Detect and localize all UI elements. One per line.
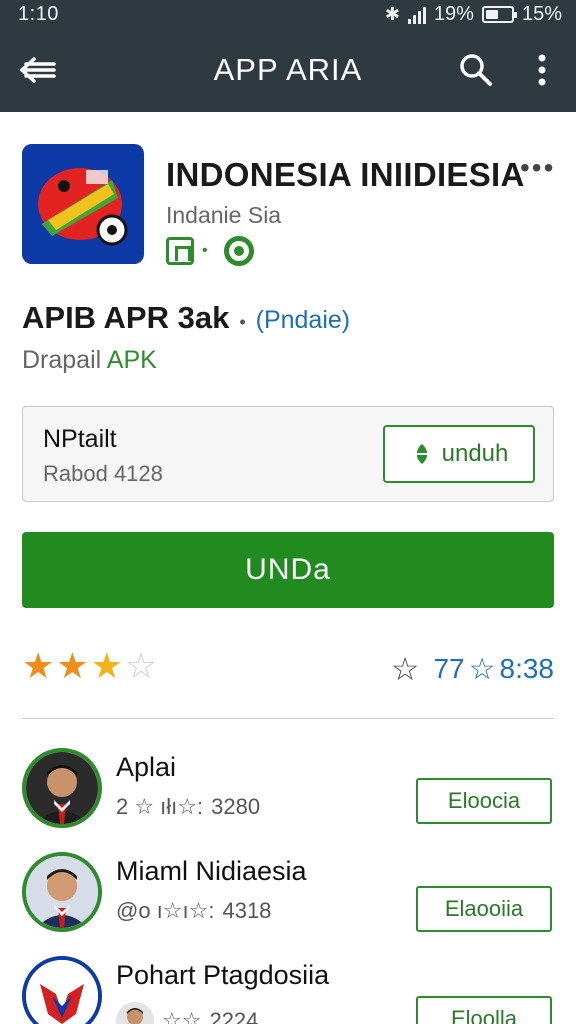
app-logo-icon (22, 144, 144, 264)
list-item-button[interactable]: Eloocia (416, 778, 552, 824)
star-outline-icon: ☆ (390, 651, 420, 687)
list-item-title: Pohart Ptagdosiia (116, 960, 330, 990)
list-item-title: Miaml Nidiaesia (116, 856, 307, 886)
avatar (22, 956, 102, 1024)
list-item-sub-value: 3280 (211, 794, 261, 819)
list-item-button[interactable]: Elaooiia (416, 886, 552, 932)
bluetooth-icon: ✱ (384, 4, 400, 24)
status-right: ✱ 19% 15% (385, 3, 562, 26)
card-title: NPtailt (43, 425, 117, 453)
list-item-sub-value: 2224 (209, 1008, 259, 1024)
info-card: NPtailt Rabod 4128 unduh (22, 406, 554, 502)
more-vert-icon[interactable] (530, 52, 554, 88)
rating-count-a: 77 (433, 653, 465, 684)
sub-line-prefix: Drapail (22, 346, 107, 374)
list-item[interactable]: Miaml Nidiaesia @o ı☆ı☆: 4318 Elaooiia (0, 852, 576, 956)
list-item-subtitle: 2 ☆ ıłı☆: 3280 (116, 794, 260, 820)
star-full-icon: ★ (56, 645, 89, 686)
battery-percent: 15% (521, 3, 562, 25)
list-item-sub-prefix: 2 ☆ ıłı☆: (116, 794, 204, 819)
star-blue-icon: ☆ (468, 652, 496, 686)
star-full-icon: ★ (22, 645, 55, 686)
verified-icon (223, 236, 254, 266)
search-icon[interactable] (458, 52, 494, 88)
primary-download-button[interactable]: UNDa (22, 532, 554, 608)
list-item-title: Aplai (116, 752, 177, 782)
status-time: 1:10 (18, 3, 59, 25)
sub-line-apk: APK (106, 346, 157, 374)
editor-choice-icon (166, 237, 194, 265)
list-item[interactable]: Aplai 2 ☆ ıłı☆: 3280 Eloocia (0, 748, 576, 852)
battery-icon (481, 6, 517, 23)
avatar (22, 748, 102, 828)
list-item-button[interactable]: Eloolla (416, 996, 552, 1024)
app-name: INDONESIA INIIDIESIA (166, 156, 525, 193)
list-item-sub-prefix: @o ı☆ı☆: (116, 898, 215, 923)
avatar (22, 852, 102, 932)
signal-percent: 19% (433, 3, 474, 25)
list-item-sub-prefix: ☆☆ (162, 1008, 202, 1024)
rating-count-b: 8:38 (499, 653, 555, 684)
list-item-subtitle: @o ı☆ı☆: 4318 (116, 898, 271, 924)
version-separator: • (239, 312, 246, 332)
app-more-icon[interactable]: ••• (520, 152, 555, 184)
list-item[interactable]: Pohart Ptagdosiia ☆☆ 2224 Eloolla (0, 956, 576, 1024)
divider (22, 718, 554, 719)
card-download-label: unduh (441, 440, 509, 467)
badge-separator: • (202, 242, 208, 259)
star-half-icon: ★ (90, 645, 123, 686)
app-developer[interactable]: Indanie Sia (166, 202, 281, 229)
app-bar: APP ARIA (0, 32, 576, 112)
version-tag-link[interactable]: (Pndaie) (256, 306, 351, 335)
card-subtitle: Rabod 4128 (43, 461, 163, 486)
mini-avatar (116, 1002, 154, 1024)
star-empty-icon: ☆ (124, 645, 158, 686)
list-item-sub-value: 4318 (222, 898, 272, 923)
version-line: APIB APR 3ak • (Pndaie) (22, 300, 350, 336)
rating-stars: ★ ★ ★ ☆ (22, 648, 157, 684)
download-leaf-icon (410, 442, 434, 466)
rating-summary[interactable]: ☆ 77 ☆ 8:38 (391, 650, 554, 688)
card-download-button[interactable]: unduh (383, 425, 535, 483)
status-bar: 1:10 ✱ 19% 15% (0, 0, 576, 32)
app-badges: • (166, 236, 254, 266)
signal-icon (407, 6, 426, 24)
list-item-subtitle: ☆☆ 2224 (116, 1002, 258, 1024)
sub-line: Drapail APK (22, 346, 157, 375)
version-text: APIB APR 3ak (22, 300, 230, 335)
